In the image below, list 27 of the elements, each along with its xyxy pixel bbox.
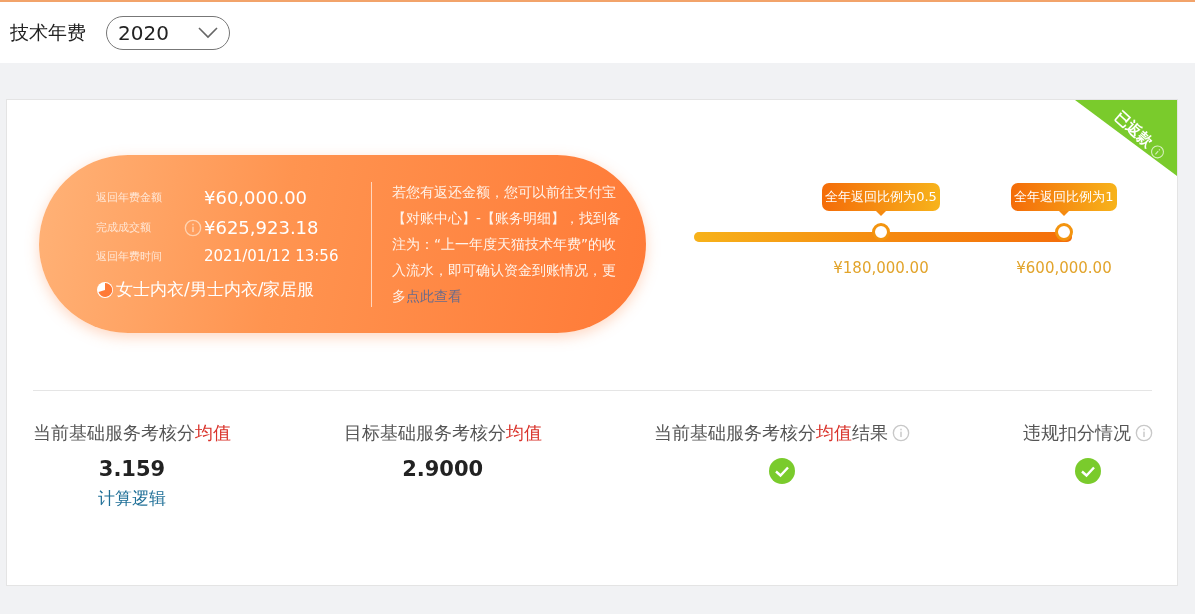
category-text: 女士内衣/男士内衣/家居服: [116, 278, 315, 301]
field-value: 2021/01/12 13:56: [204, 247, 339, 265]
metric-label: 当前基础服务考核分均值结果: [654, 421, 889, 445]
pie-chart-icon: [96, 280, 114, 299]
milestone-tooltip: 全年返回比例为1: [1011, 183, 1117, 216]
metric-label: 目标基础服务考核分均值: [343, 421, 542, 445]
info-icon[interactable]: [1134, 424, 1153, 442]
calculation-link[interactable]: 计算逻辑: [98, 487, 166, 510]
field-label: 返回年费金额: [96, 190, 163, 205]
chevron-down-icon: [197, 25, 219, 40]
milestone-amount: ¥600,000.00: [1016, 259, 1112, 277]
year-select[interactable]: 2020: [106, 15, 230, 50]
info-icon[interactable]: [892, 424, 911, 442]
field-value: ¥60,000.00: [204, 187, 308, 208]
metric-label: 违规扣分情况: [1022, 421, 1131, 445]
metric-value: 2.9000: [402, 457, 484, 481]
metric-value: 3.159: [98, 457, 166, 481]
section-label: 技术年费: [10, 19, 86, 45]
milestone-amount: ¥180,000.00: [833, 259, 929, 277]
field-value: ¥625,923.18: [204, 217, 319, 238]
info-icon[interactable]: [184, 218, 202, 237]
metric-label: 当前基础服务考核分均值: [33, 421, 231, 445]
field-label: 返回年费时间: [96, 248, 163, 264]
milestone-tooltip: 全年返回比例为0.5: [822, 183, 940, 216]
field-label: 完成成交额: [96, 220, 152, 235]
status-text: 已返款: [1110, 107, 1157, 152]
refund-note: 若您有返还金额，您可以前往支付宝【对账中心】-【账务明细】，找到备注为：“上一年度天猫技术年费”的收入流水，即可确认资金到账情况，更多点此查看: [392, 183, 622, 306]
